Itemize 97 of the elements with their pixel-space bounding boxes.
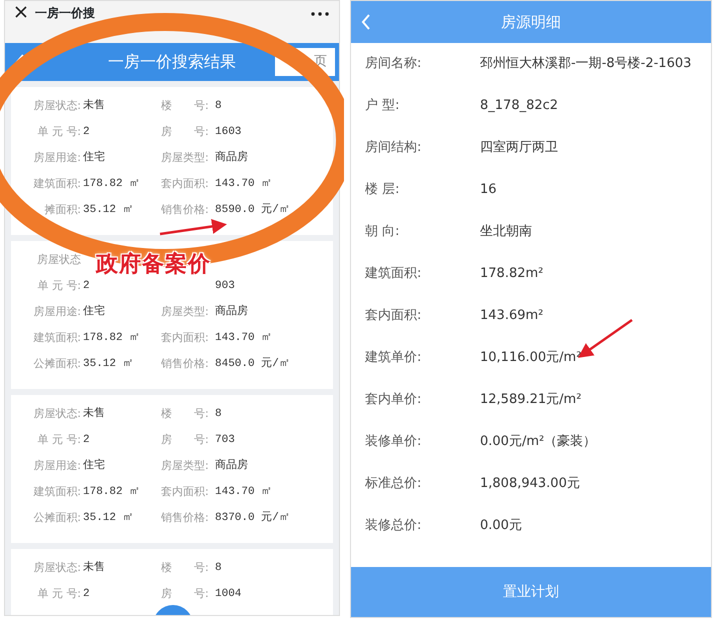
field-label: 房间名称: <box>365 55 422 74</box>
field-label: 单 元 号: <box>37 586 82 602</box>
header-title: 房源明细 <box>501 12 561 33</box>
field-value: 邳州恒大林溪郡-一期-8号楼-2-1603 <box>480 55 692 74</box>
field-value: 8_178_82c2 <box>480 97 560 116</box>
field-label: 楼 号: <box>161 406 210 422</box>
field-label: 朝 向: <box>365 223 401 242</box>
field-value: 35.12 ㎡ <box>83 202 134 218</box>
field-value: 未售 <box>83 98 105 114</box>
field-label: 房屋状态: <box>33 98 82 114</box>
field-label: 房屋用途: <box>33 458 82 474</box>
more-icon[interactable] <box>311 12 329 16</box>
field-value: 8 <box>215 98 222 114</box>
field-label: 建筑单价: <box>365 349 422 368</box>
field-value: 1603 <box>215 124 242 140</box>
field-label: 套内单价: <box>365 391 422 410</box>
field-label: 楼 层: <box>365 181 401 200</box>
result-card[interactable]: 房屋状态: 未售 楼 号: 8 单 元 号: 2 房 号: 703 房屋用途: 住宅 房屋类型: 商品房 建筑面积: 178.82 ㎡ 套内面积: 143.70 ㎡ 公摊面积: 35.12 ㎡ 销售价格: 8370.0 元/㎡ <box>11 395 333 543</box>
field-label: 房 号: <box>161 124 210 140</box>
field-label: 房屋类型: <box>161 458 210 474</box>
field-label: 套内面积: <box>161 484 210 500</box>
field-value: 0.00元/m²（豪装） <box>480 433 598 452</box>
field-value: 坐北朝南 <box>480 223 533 242</box>
field-value: 未售 <box>83 560 105 576</box>
field-label: 销售价格: <box>161 356 210 372</box>
field-value: 住宅 <box>83 304 105 320</box>
field-value: 903 <box>215 278 235 294</box>
field-label: 建筑面积: <box>365 265 422 284</box>
field-label: 楼 号: <box>161 98 210 114</box>
field-label: 建筑面积: <box>33 484 82 500</box>
field-label: 套内面积: <box>365 307 422 326</box>
field-label: 房屋状态: <box>33 406 82 422</box>
field-value: 178.82 ㎡ <box>83 484 140 500</box>
field-label: 房屋用途: <box>33 304 82 320</box>
field-label: 装修总价: <box>365 517 422 536</box>
window-title: 一房一价搜 <box>35 6 95 20</box>
field-label: 房 号: <box>161 586 210 602</box>
field-value: 178.82 ㎡ <box>83 176 140 192</box>
field-label: 房屋类型: <box>161 304 210 320</box>
field-value: 35.12 ㎡ <box>83 356 134 372</box>
field-label: 销售价格: <box>161 202 210 218</box>
field-label: 房屋类型: <box>161 150 210 166</box>
field-value: 未售 <box>83 406 105 422</box>
field-value: 143.69m² <box>480 307 544 326</box>
field-value: 12,589.21元/m² <box>480 391 582 410</box>
field-label: 单 元 号: <box>37 124 82 140</box>
field-value: 商品房 <box>215 150 248 166</box>
field-label: 建筑面积: <box>33 330 82 346</box>
field-value: 0.00元 <box>480 517 523 536</box>
field-value: 2 <box>83 124 90 140</box>
field-label: 户 型: <box>365 97 401 116</box>
field-value: 1004 <box>215 586 242 602</box>
close-icon[interactable] <box>15 6 27 18</box>
field-value: 143.70 ㎡ <box>215 484 272 500</box>
field-value: 10,116.00元/m² <box>480 349 582 368</box>
field-label: 公摊面积: <box>33 356 82 372</box>
field-label: 摊面积: <box>44 202 82 218</box>
field-value: 2 <box>83 278 90 294</box>
field-value: 703 <box>215 432 235 448</box>
field-value: 178.82 ㎡ <box>83 330 140 346</box>
field-label: 房 号: <box>161 432 210 448</box>
field-label: 销售价格: <box>161 510 210 526</box>
field-value: 16 <box>480 181 498 200</box>
field-label: 房间结构: <box>365 139 422 158</box>
header-title: 一房一价搜索结果 <box>108 51 236 73</box>
field-value: 8450.0 元/㎡ <box>215 356 290 372</box>
field-value: 8 <box>215 406 222 422</box>
field-value: 住宅 <box>83 150 105 166</box>
field-value: 35.12 ㎡ <box>83 510 134 526</box>
field-value: 1,808,943.00元 <box>480 475 581 494</box>
field-value: 四室两厅两卫 <box>480 139 559 158</box>
field-value: 8 <box>215 560 222 576</box>
field-value: 住宅 <box>83 458 105 474</box>
field-label: 单 元 号: <box>37 278 82 294</box>
field-label: 建筑面积: <box>33 176 82 192</box>
field-label: 套内面积: <box>161 330 210 346</box>
field-label: 房屋状态 <box>37 252 82 268</box>
field-label: 房屋用途: <box>33 150 82 166</box>
field-value: 8590.0 元/㎡ <box>215 202 290 218</box>
field-value: 2 <box>83 432 90 448</box>
field-label: 楼 号: <box>161 560 210 576</box>
field-value: 143.70 ㎡ <box>215 176 272 192</box>
annotation-arrow <box>160 219 227 236</box>
field-value: 商品房 <box>215 304 248 320</box>
field-value: 商品房 <box>215 458 248 474</box>
field-label: 装修单价: <box>365 433 422 452</box>
field-label: 套内面积: <box>161 176 210 192</box>
field-value: 178.82m² <box>480 265 544 284</box>
result-card[interactable]: 房屋状态: 未售 楼 号: 8 单 元 号: 2 房 号: 1004 <box>11 549 333 615</box>
field-label: 房屋状态: <box>33 560 82 576</box>
field-value: 143.70 ㎡ <box>215 330 272 346</box>
field-value: 2 <box>83 586 90 602</box>
result-card[interactable]: 房屋状态: 未售 楼 号: 8 单 元 号: 2 房 号: 1603 房屋用途: 住宅 房屋类型: 商品房 建筑面积: 178.82 ㎡ 套内面积: 143.70 ㎡ 摊面积: 35.12 ㎡ 销售价格: 8590.0 元/㎡ <box>11 87 333 235</box>
field-label: 公摊面积: <box>33 510 82 526</box>
field-label: 标准总价: <box>365 475 422 494</box>
field-value: 8370.0 元/㎡ <box>215 510 290 526</box>
field-label: 单 元 号: <box>37 432 82 448</box>
